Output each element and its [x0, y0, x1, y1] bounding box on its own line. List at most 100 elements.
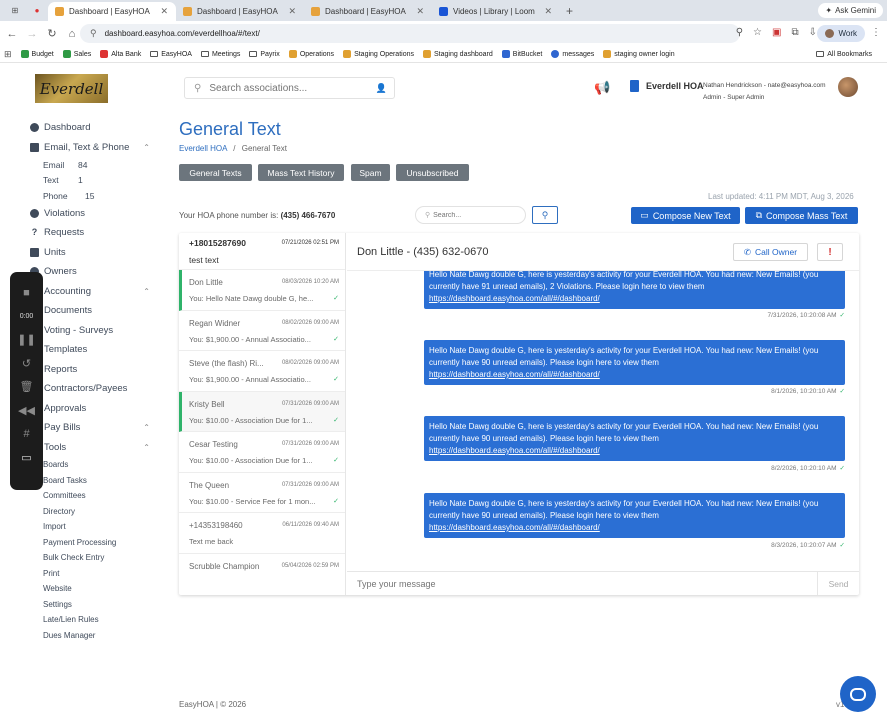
sidebar-item-owners[interactable]: Owners [30, 262, 160, 282]
collapse-icon[interactable]: ◀◀ [18, 399, 35, 423]
message-input[interactable] [347, 572, 817, 595]
search-button[interactable]: ⚲ [532, 206, 558, 224]
sidebar-tool-dues-manager[interactable]: Dues Manager [30, 628, 160, 644]
sidebar-sub-phone[interactable]: Phone 15 [30, 188, 160, 204]
bookmark-star-icon[interactable]: ☆ [753, 27, 762, 38]
site-info-icon[interactable]: ⚲ [90, 28, 97, 39]
avatar[interactable] [838, 77, 858, 97]
bookmark-payrix[interactable]: Payrix [249, 51, 280, 58]
user-info[interactable]: Nathan Hendrickson - nate@easyhoa.com Ad… [703, 80, 826, 104]
support-chat-button[interactable] [840, 676, 876, 712]
sidebar-item-tools[interactable]: Tools ⌃ [30, 438, 160, 458]
hoa-selector[interactable]: Everdell HOA [630, 80, 704, 92]
bookmark-staging-dashboard[interactable]: Staging dashboard [423, 50, 493, 58]
browser-tab-2[interactable]: Dashboard | EasyHOA ✕ [176, 2, 304, 21]
extensions-puzzle-icon[interactable]: ⧉ [791, 27, 798, 38]
sidebar-item-email-text-phone[interactable]: Email, Text & Phone ⌃ [30, 138, 160, 158]
tab-general-texts[interactable]: General Texts [179, 164, 252, 181]
new-tab-button[interactable]: + [566, 4, 573, 18]
sidebar-tool-settings[interactable]: Settings [30, 597, 160, 613]
list-item[interactable]: The Queen 07/31/2026 09:00 AM You: $10.00 … [179, 473, 345, 513]
sidebar-item-voting-surveys[interactable]: Voting - Surveys [30, 321, 160, 341]
compose-mass-text-button[interactable]: ⧉ Compose Mass Text [745, 207, 858, 224]
breadcrumb-root-link[interactable]: Everdell HOA [179, 144, 227, 153]
sidebar-tool-late-lien-rules[interactable]: Late/Lien Rules [30, 612, 160, 628]
sidebar-tool-bulk-check-entry[interactable]: Bulk Check Entry [30, 550, 160, 566]
browser-menu-icon[interactable]: ⋮ [871, 27, 881, 38]
reload-icon[interactable]: ↻ [42, 27, 62, 40]
home-icon[interactable]: ⌂ [62, 28, 82, 40]
close-tab-icon[interactable]: ✕ [160, 6, 168, 17]
camera-icon[interactable]: ▭ [21, 446, 31, 470]
bookmark-easyhoa[interactable]: EasyHOA [150, 51, 192, 58]
megaphone-icon[interactable]: 📢 [594, 80, 610, 96]
list-item[interactable]: +14353198460 06/11/2026 09:40 AM Text me b… [179, 513, 345, 554]
ask-gemini-button[interactable]: ✦ Ask Gemini [818, 3, 883, 18]
bookmark-meetings[interactable]: Meetings [200, 51, 240, 58]
sidebar-item-dashboard[interactable]: Dashboard [30, 118, 160, 138]
sidebar-tool-website[interactable]: Website [30, 581, 160, 597]
list-item[interactable]: +18015287690 07/21/2026 02:51 PM test text [179, 233, 345, 270]
stop-icon[interactable]: ■ [23, 281, 30, 305]
user-search-icon[interactable]: 👤 [376, 83, 387, 94]
compose-new-text-button[interactable]: ▭ Compose New Text [631, 207, 740, 224]
sidebar-tool-committees[interactable]: Committees [30, 488, 160, 504]
tab-spam[interactable]: Spam [351, 164, 390, 181]
sidebar-item-units[interactable]: Units [30, 243, 160, 263]
downloads-icon[interactable]: ⇩ [809, 27, 817, 38]
bookmark-budget[interactable]: Budget [20, 50, 54, 58]
call-owner-button[interactable]: ✆ Call Owner [733, 243, 808, 261]
forward-icon[interactable]: → [22, 28, 42, 40]
sidebar-tool-directory[interactable]: Directory [30, 504, 160, 520]
extension-icon[interactable]: ▣ [772, 27, 781, 38]
sidebar-item-approvals[interactable]: Approvals [30, 399, 160, 419]
sidebar-sub-text[interactable]: Text 1 [30, 173, 160, 189]
message-link[interactable]: https://dashboard.easyhoa.com/all/#/dash… [429, 370, 600, 379]
list-item[interactable]: Cesar Testing 07/31/2026 09:00 AM You: $10… [179, 432, 345, 473]
apps-icon[interactable]: ⊞ [4, 49, 12, 60]
sidebar-item-contractors-payees[interactable]: Contractors/Payees [30, 379, 160, 399]
conversation-search-input[interactable] [433, 211, 524, 219]
sidebar-item-templates[interactable]: Templates [30, 340, 160, 360]
association-search-input[interactable] [209, 82, 370, 94]
bookmark-operations[interactable]: Operations [288, 50, 334, 58]
sidebar-tool-boards[interactable]: Boards [30, 457, 160, 473]
restart-icon[interactable]: ↺ [22, 352, 31, 376]
send-button[interactable]: Send [817, 572, 859, 595]
hoa-logo[interactable]: Everdell [35, 74, 108, 103]
sidebar-tool-import[interactable]: Import [30, 519, 160, 535]
browser-tab-1[interactable]: Dashboard | EasyHOA ✕ [48, 2, 176, 21]
sidebar-item-pay-bills[interactable]: Pay Bills ⌃ [30, 418, 160, 438]
sidebar-item-documents[interactable]: Documents [30, 301, 160, 321]
list-item[interactable]: Steve (the flash) Ri... 08/02/2026 09:00 … [179, 351, 345, 392]
close-tab-icon[interactable]: ✕ [288, 6, 296, 17]
delete-icon[interactable]: 🗑 [20, 375, 34, 399]
close-tab-icon[interactable]: ✕ [416, 6, 424, 17]
browser-tab-4[interactable]: Videos | Library | Loom ✕ [432, 2, 560, 21]
sidebar-tool-payment-processing[interactable]: Payment Processing [30, 535, 160, 551]
bookmark-staging-owner-login[interactable]: staging owner login [603, 50, 675, 58]
profile-button[interactable]: Work [817, 25, 865, 42]
zoom-icon[interactable]: ⚲ [736, 27, 743, 38]
sidebar-tool-board-tasks[interactable]: Board Tasks [30, 473, 160, 489]
recording-tab-icon[interactable]: ● [30, 4, 44, 18]
bookmark-alta-bank[interactable]: Alta Bank [100, 50, 141, 58]
bookmark-bitbucket[interactable]: BitBucket [501, 50, 542, 58]
address-bar[interactable]: ⚲ dashboard.easyhoa.com/everdellhoa/#/te… [80, 24, 740, 43]
close-tab-icon[interactable]: ✕ [544, 6, 552, 17]
bookmark-staging-operations[interactable]: Staging Operations [343, 50, 414, 58]
tab-unsubscribed[interactable]: Unsubscribed [396, 164, 469, 181]
bookmark-messages[interactable]: messages [551, 50, 594, 58]
list-item[interactable]: Kristy Bell 07/31/2026 09:00 AM You: $10.0… [179, 391, 345, 432]
tab-mass-text-history[interactable]: Mass Text History [258, 164, 344, 181]
sidebar-item-accounting[interactable]: Accounting ⌃ [30, 282, 160, 302]
message-link[interactable]: https://dashboard.easyhoa.com/all/#/dash… [429, 446, 600, 455]
flag-alert-button[interactable]: ! [817, 243, 843, 261]
sidebar-item-reports[interactable]: Reports [30, 360, 160, 380]
sidebar-sub-email[interactable]: Email 84 [30, 157, 160, 173]
list-item[interactable]: Scrubble Champion 05/04/2026 02:59 PM [179, 554, 345, 595]
message-link[interactable]: https://dashboard.easyhoa.com/all/#/dash… [429, 294, 600, 303]
message-link[interactable]: https://dashboard.easyhoa.com/all/#/dash… [429, 523, 600, 532]
sidebar-item-violations[interactable]: Violations [30, 204, 160, 224]
browser-tab-3[interactable]: Dashboard | EasyHOA ✕ [304, 2, 432, 21]
